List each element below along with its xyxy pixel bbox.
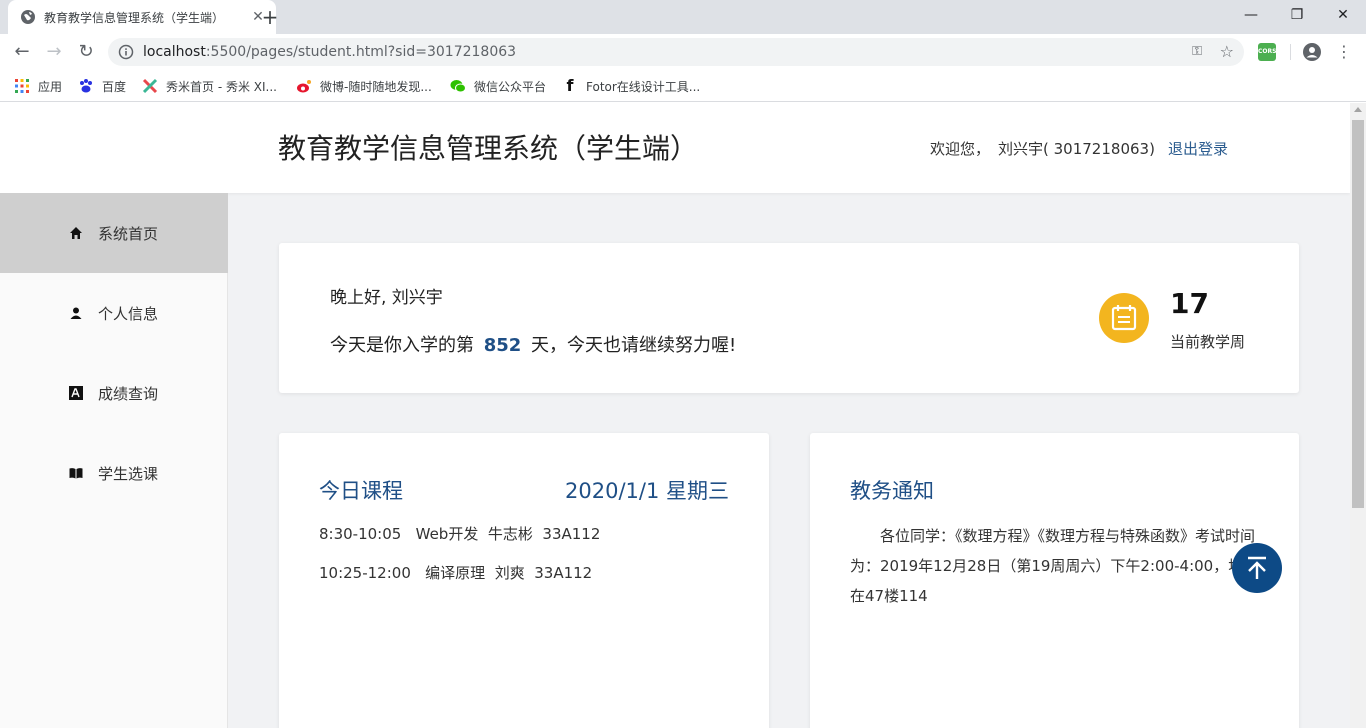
academic-notice-card: 教务通知 各位同学：《数理方程》《数理方程与特殊函数》考试时间为：2019年12…	[810, 433, 1299, 728]
apps-grid-icon	[15, 79, 29, 93]
enrollment-days-text: 今天是你入学的第 852 天，今天也请继续努力喔!	[330, 331, 736, 357]
welcome-text: 欢迎您， 刘兴宇( 3017218063)	[930, 138, 1155, 159]
url-text[interactable]: localhost:5500/pages/student.html?sid=30…	[143, 38, 516, 66]
courses-date: 2020/1/1 星期三	[565, 479, 729, 503]
weibo-icon	[297, 80, 311, 93]
notice-body: 各位同学：《数理方程》《数理方程与特殊函数》考试时间为：2019年12月28日（…	[850, 527, 1259, 605]
courses-title: 今日课程	[319, 479, 403, 503]
grades-icon	[69, 386, 83, 400]
course-row: 8:30-10:05 Web开发 牛志彬 33A112	[319, 525, 601, 543]
bookmark-fotor[interactable]: f Fotor在线设计工具...	[562, 76, 701, 96]
arrow-up-icon	[1248, 556, 1266, 579]
sidebar-item-profile[interactable]: 个人信息	[0, 273, 228, 353]
days-suffix: 天，今天也请继续努力喔!	[531, 335, 737, 356]
globe-icon	[21, 10, 35, 24]
baidu-paw-icon	[80, 79, 92, 93]
page-scrollbar[interactable]	[1350, 103, 1366, 728]
restore-icon[interactable]: ❐	[1274, 0, 1320, 30]
reload-icon[interactable]: ↻	[73, 39, 99, 65]
page-title: 教育教学信息管理系统（学生端）	[278, 132, 699, 165]
calendar-icon	[1111, 305, 1137, 331]
logout-link[interactable]: 退出登录	[1168, 138, 1228, 159]
site-header: 教育教学信息管理系统（学生端） 欢迎您， 刘兴宇( 3017218063) 退出登…	[0, 103, 1350, 193]
back-to-top-button[interactable]	[1232, 543, 1282, 593]
back-icon[interactable]: ←	[9, 39, 35, 65]
bookmark-baidu[interactable]: 百度	[78, 76, 126, 96]
sidebar-item-label: 成绩查询	[98, 384, 159, 403]
scrollbar-thumb[interactable]	[1352, 120, 1364, 508]
minimize-icon[interactable]: —	[1228, 0, 1274, 30]
days-count: 852	[483, 335, 522, 356]
days-prefix: 今天是你入学的第	[330, 335, 474, 356]
course-row: 10:25-12:00 编译原理 刘爽 33A112	[319, 564, 593, 582]
address-bar[interactable]: localhost:5500/pages/student.html?sid=30…	[108, 38, 1244, 66]
tab-title: 教育教学信息管理系统（学生端）	[44, 10, 225, 25]
bookmark-label: 秀米首页 - 秀米 XI...	[166, 79, 277, 94]
sidebar-item-home[interactable]: 系统首页	[0, 193, 228, 273]
url-host: localhost	[143, 44, 206, 60]
scroll-up-arrow-icon[interactable]	[1354, 107, 1362, 112]
fotor-icon: f	[566, 76, 574, 95]
user-name: 刘兴宇( 3017218063)	[998, 140, 1155, 158]
calendar-badge	[1099, 293, 1149, 343]
sidebar-item-label: 学生选课	[98, 464, 159, 483]
book-icon	[69, 468, 83, 479]
info-icon[interactable]	[118, 44, 134, 60]
page-viewport: 教育教学信息管理系统（学生端） 欢迎您， 刘兴宇( 3017218063) 退出登…	[0, 103, 1350, 728]
profile-icon[interactable]	[1302, 42, 1322, 62]
browser-tab[interactable]: 教育教学信息管理系统（学生端） ✕	[8, 0, 276, 34]
browser-toolbar: ← → ↻ localhost:5500/pages/student.html?…	[0, 34, 1366, 70]
user-icon	[70, 307, 82, 319]
bookmark-star-icon[interactable]: ☆	[1220, 42, 1234, 61]
url-path: :5500/pages/student.html?sid=3017218063	[205, 44, 517, 60]
today-courses-card: 今日课程 2020/1/1 星期三 8:30-10:05 Web开发 牛志彬 3…	[279, 433, 769, 728]
wechat-icon	[450, 80, 466, 93]
bookmark-label: 微信公众平台	[474, 79, 547, 94]
cors-extension-icon[interactable]: CORS	[1258, 43, 1276, 61]
sidebar-item-grades[interactable]: 成绩查询	[0, 353, 228, 433]
bookmark-label: 微博-随时随地发现...	[320, 79, 432, 94]
bookmark-label: 应用	[38, 79, 63, 94]
home-icon	[70, 227, 82, 239]
welcome-label: 欢迎您，	[930, 140, 991, 158]
notice-title: 教务通知	[850, 479, 934, 503]
key-icon[interactable]: ⚿	[1192, 44, 1202, 59]
greeting-card: 晚上好, 刘兴宇 今天是你入学的第 852 天，今天也请继续努力喔! 17 当前…	[279, 243, 1299, 393]
sidebar-item-label: 系统首页	[98, 224, 159, 243]
bookmark-label: 百度	[102, 79, 127, 94]
bookmark-weibo[interactable]: 微博-随时随地发现...	[296, 76, 432, 96]
sidebar: 系统首页 个人信息 成绩查询 学生选课	[0, 193, 228, 728]
sidebar-item-label: 个人信息	[98, 304, 159, 323]
sidebar-item-course-selection[interactable]: 学生选课	[0, 433, 228, 513]
new-tab-icon[interactable]: +	[258, 6, 282, 30]
xiumi-icon	[142, 78, 158, 94]
menu-kebab-icon[interactable]: ⋮	[1336, 40, 1352, 64]
bookmarks-bar: 应用 百度 秀米首页 - 秀米 XI... 微博-随时随地发现... 微信公众平…	[0, 70, 1366, 102]
current-week-label: 当前教学周	[1170, 333, 1246, 351]
forward-icon[interactable]: →	[41, 39, 67, 65]
bookmark-apps[interactable]: 应用	[14, 76, 62, 96]
current-week-number: 17	[1170, 287, 1209, 320]
greeting-text: 晚上好, 刘兴宇	[330, 288, 443, 308]
bookmark-xiumi[interactable]: 秀米首页 - 秀米 XI...	[142, 76, 277, 96]
browser-tabstrip: 教育教学信息管理系统（学生端） ✕ + — ❐ ✕	[0, 0, 1366, 34]
bookmark-wechat[interactable]: 微信公众平台	[450, 76, 546, 96]
window-close-icon[interactable]: ✕	[1320, 0, 1366, 30]
toolbar-divider	[1290, 44, 1291, 60]
bookmark-label: Fotor在线设计工具...	[586, 79, 701, 94]
